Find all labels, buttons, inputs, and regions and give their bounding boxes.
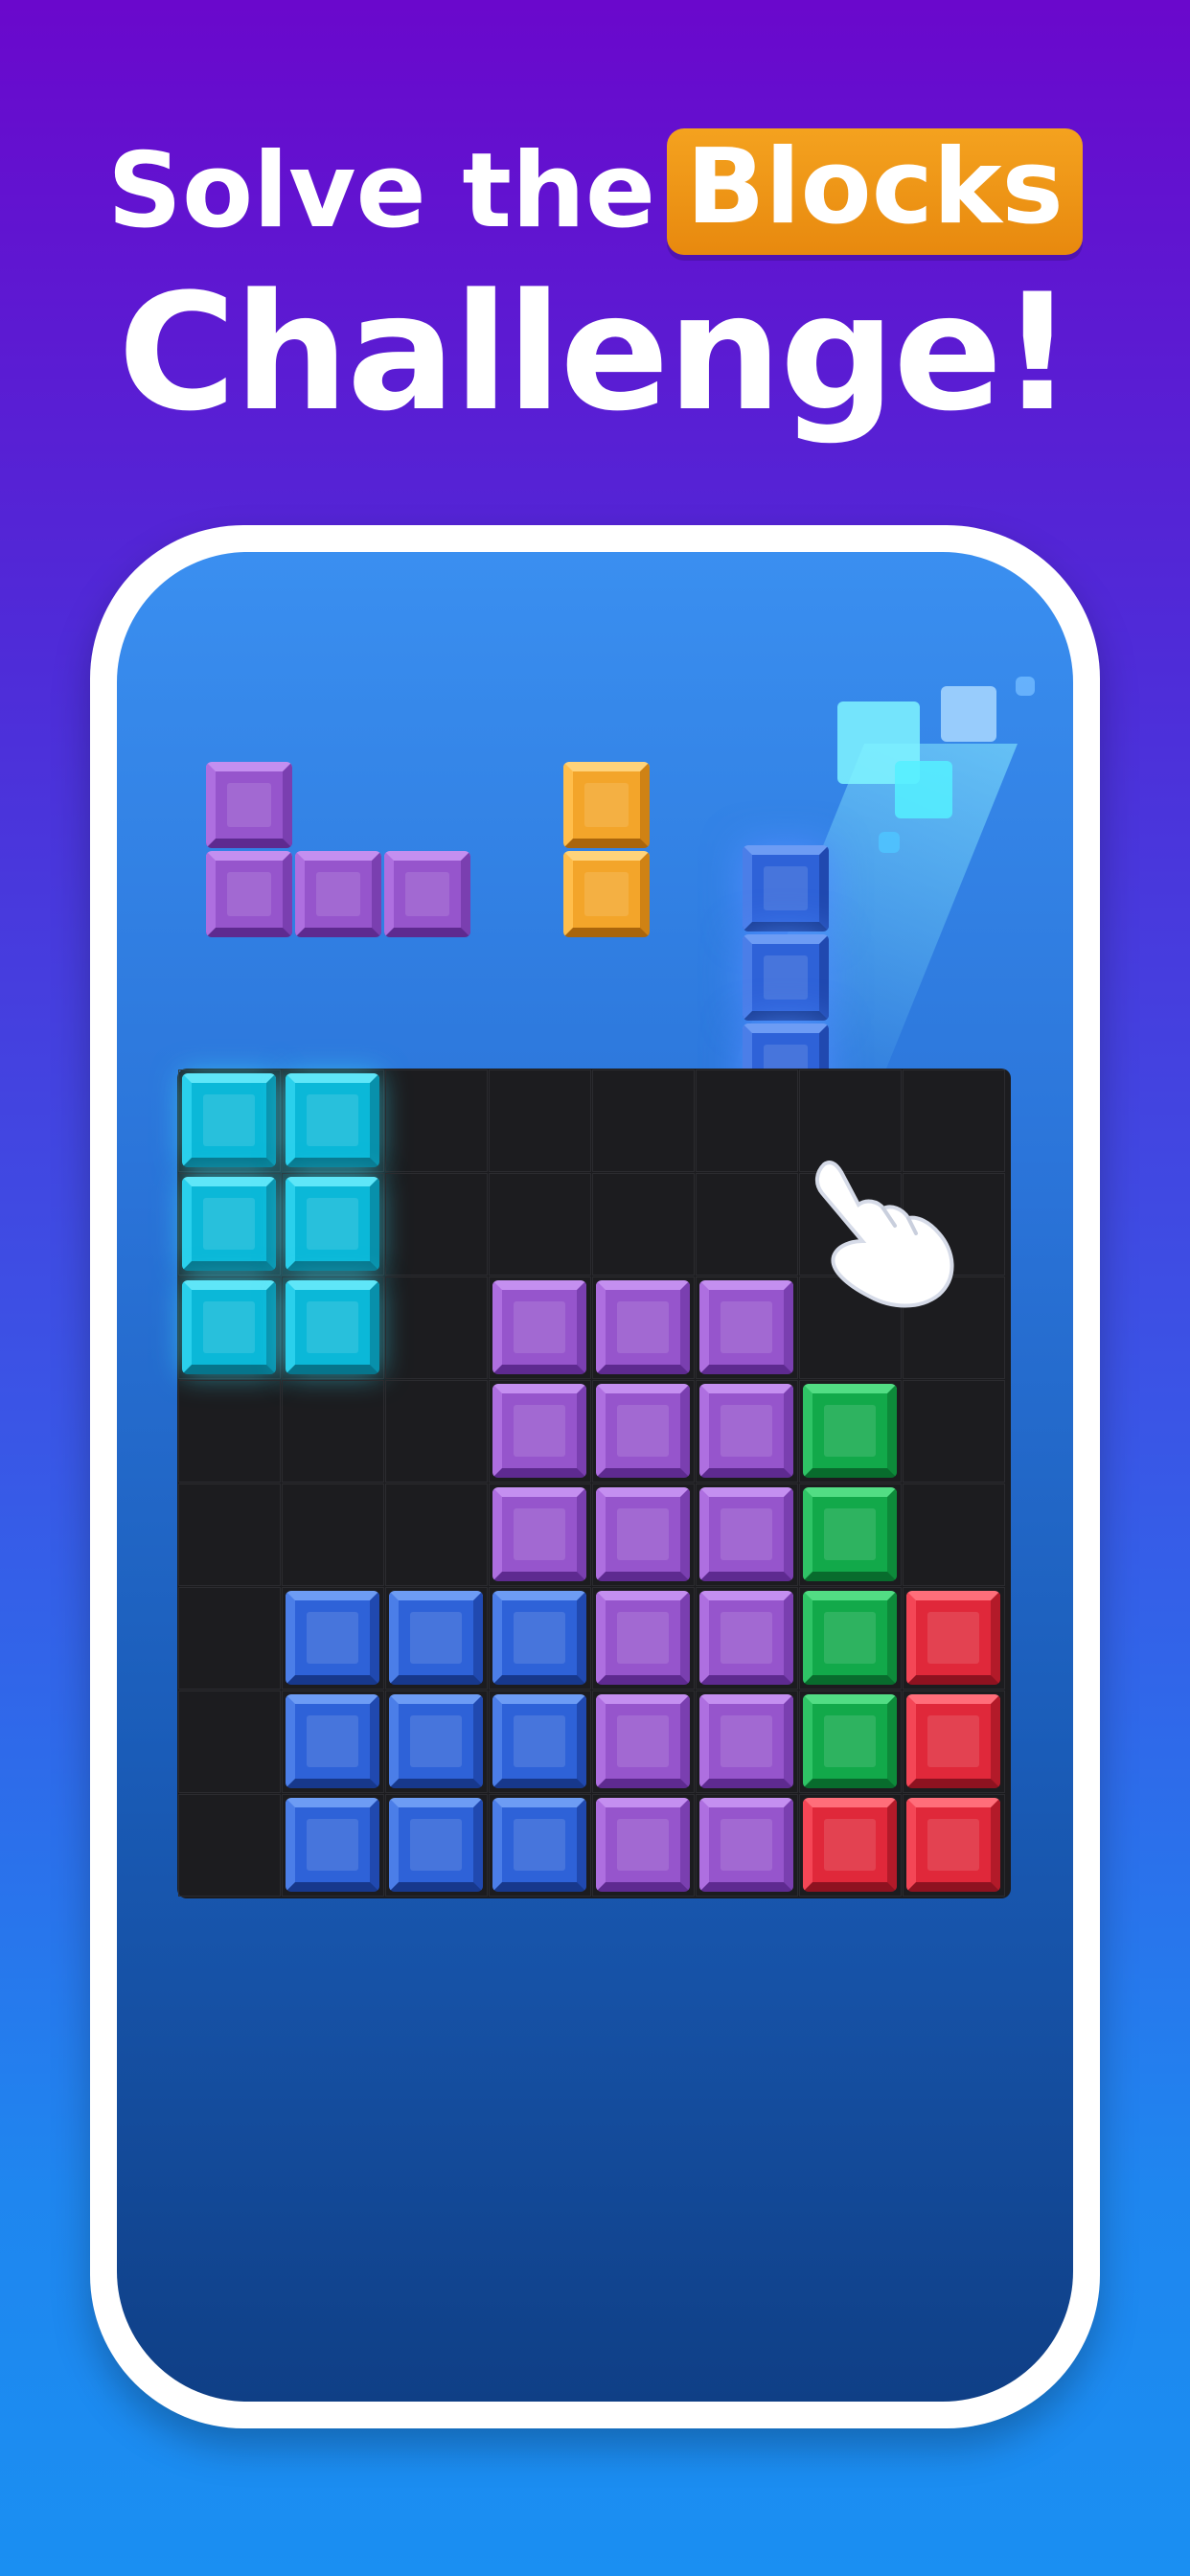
purple-block <box>596 1487 690 1581</box>
headline-line-2: Challenge! <box>118 259 1074 447</box>
purple-l-piece-block[interactable] <box>384 851 470 937</box>
board-cell[interactable] <box>489 1173 591 1276</box>
board-cell[interactable] <box>696 1173 798 1276</box>
headline-highlight: Blocks <box>667 128 1083 255</box>
cyan-block <box>182 1177 276 1271</box>
blue-i4-piece-dragging-block[interactable] <box>743 845 829 932</box>
purple-block <box>596 1694 690 1788</box>
board-cell[interactable] <box>282 1380 384 1483</box>
cyan-block <box>286 1177 379 1271</box>
board-cell[interactable] <box>489 1070 591 1172</box>
sparkle <box>1016 677 1035 696</box>
sparkle <box>879 832 900 853</box>
blue-block <box>286 1798 379 1892</box>
red-block <box>803 1798 897 1892</box>
board-cell[interactable] <box>592 1173 695 1276</box>
blue-block <box>389 1798 483 1892</box>
board-cell[interactable] <box>178 1587 281 1690</box>
green-block <box>803 1487 897 1581</box>
purple-l-piece-block[interactable] <box>206 762 292 848</box>
purple-block <box>492 1384 586 1478</box>
sparkle <box>895 761 952 818</box>
blue-block <box>286 1591 379 1685</box>
purple-block <box>596 1591 690 1685</box>
cyan-block <box>182 1073 276 1167</box>
blue-block <box>492 1591 586 1685</box>
sparkle <box>941 686 996 742</box>
purple-block <box>699 1280 793 1374</box>
headline-line-1: Solve the Blocks <box>0 125 1190 259</box>
board-cell[interactable] <box>592 1070 695 1172</box>
board-cell[interactable] <box>385 1276 488 1379</box>
orange-i2-piece-block[interactable] <box>563 762 650 848</box>
red-block <box>906 1694 1000 1788</box>
board-cell[interactable] <box>282 1484 384 1586</box>
purple-block <box>699 1591 793 1685</box>
green-block <box>803 1384 897 1478</box>
blue-i4-piece-dragging-block[interactable] <box>743 934 829 1021</box>
headline: Solve the Blocks Challenge! <box>0 125 1190 439</box>
purple-block <box>492 1487 586 1581</box>
board-cell[interactable] <box>903 1380 1005 1483</box>
board-cell[interactable] <box>178 1380 281 1483</box>
blue-block <box>492 1798 586 1892</box>
board-cell[interactable] <box>385 1070 488 1172</box>
red-block <box>906 1591 1000 1685</box>
board-cell[interactable] <box>178 1690 281 1793</box>
headline-prefix: Solve the <box>107 131 656 251</box>
purple-block <box>699 1694 793 1788</box>
board-cell[interactable] <box>178 1794 281 1897</box>
cyan-block <box>286 1280 379 1374</box>
red-block <box>906 1798 1000 1892</box>
cyan-block <box>182 1280 276 1374</box>
purple-block <box>596 1280 690 1374</box>
purple-l-piece-block[interactable] <box>206 851 292 937</box>
purple-block <box>699 1487 793 1581</box>
green-block <box>803 1694 897 1788</box>
blue-block <box>492 1694 586 1788</box>
green-block <box>803 1591 897 1685</box>
blue-block <box>389 1694 483 1788</box>
board-cell[interactable] <box>696 1070 798 1172</box>
cyan-block <box>286 1073 379 1167</box>
board-cell[interactable] <box>903 1484 1005 1586</box>
purple-l-piece-block[interactable] <box>295 851 381 937</box>
purple-block <box>699 1798 793 1892</box>
hand-pointer-icon <box>815 1161 954 1308</box>
blue-block <box>389 1591 483 1685</box>
board-cell[interactable] <box>385 1173 488 1276</box>
purple-block <box>699 1384 793 1478</box>
purple-block <box>596 1798 690 1892</box>
blue-block <box>286 1694 379 1788</box>
purple-block <box>492 1280 586 1374</box>
orange-i2-piece-block[interactable] <box>563 851 650 937</box>
purple-block <box>596 1384 690 1478</box>
board-cell[interactable] <box>385 1484 488 1586</box>
board-cell[interactable] <box>178 1484 281 1586</box>
board-cell[interactable] <box>385 1380 488 1483</box>
